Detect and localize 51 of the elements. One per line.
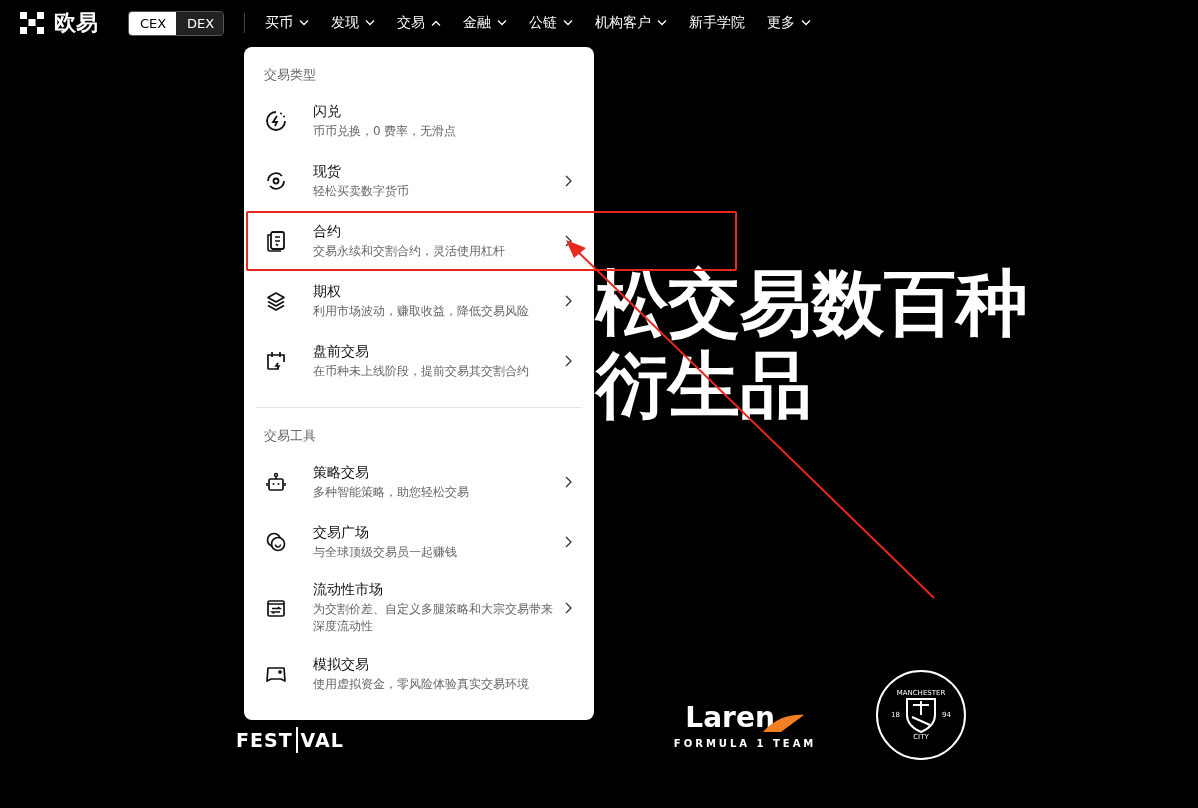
mode-tab[interactable]: CEX [129,11,176,35]
calendar-icon [265,350,287,372]
menu-item-title: 合约 [313,222,342,241]
brand-name[interactable]: 欧易 [54,8,98,38]
robot-icon [265,471,287,493]
overlapping-circles-icon [265,531,287,553]
document-icon [265,230,287,252]
menu-item[interactable]: 期权 利用市场波动，赚取收益，降低交易风险 [256,271,582,331]
nav-link[interactable]: 交易 [397,14,425,32]
nav-link[interactable]: 机构客户 [595,14,651,32]
menu-item-description: 为交割价差、自定义多腿策略和大宗交易带来深度流动性 [313,601,554,635]
lightning-icon [265,110,287,132]
section-heading: 交易类型 [263,66,317,84]
menu-item[interactable]: 策略交易 多种智能策略，助您轻松交易 [256,452,582,512]
menu-item-title: 盘前交易 [313,342,370,361]
menu-item-title: 闪兑 [313,102,342,121]
rotate-icon [265,170,287,192]
menu-item-title: 流动性市场 [313,581,384,599]
menu-item[interactable]: 交易广场 与全球顶级交易员一起赚钱 [256,512,582,572]
menu-item[interactable]: 闪兑 币币兑换，0 费率，无滑点 [256,91,582,151]
menu-item-description: 币币兑换，0 费率，无滑点 [313,122,458,140]
menu-item[interactable]: 盘前交易 在币种未上线阶段，提前交易其交割合约 [256,331,582,391]
menu-item-title: 现货 [313,162,342,181]
section-heading: 交易工具 [263,427,317,445]
menu-item-description: 交易永续和交割合约，灵活使用杠杆 [313,242,506,260]
menu-item-description: 轻松买卖数字货币 [313,182,410,200]
nav-link[interactable]: 发现 [331,14,359,32]
menu-item-title: 交易广场 [313,523,370,542]
menu-item-description: 利用市场波动，赚取收益，降低交易风险 [313,302,530,320]
nav-link[interactable]: 公链 [529,14,557,32]
menu-item[interactable]: 流动性市场 为交割价差、自定义多腿策略和大宗交易带来深度流动性 [256,572,582,644]
nav-link[interactable]: 新手学院 [689,14,745,32]
exchange-box-icon [265,597,287,619]
nav-link[interactable]: 买币 [265,14,293,32]
nav-link[interactable]: 更多 [767,14,795,32]
menu-item-title: 模拟交易 [313,655,370,674]
nav-link[interactable]: 金融 [463,14,491,32]
shield-icon [904,697,938,733]
menu-item-title: 策略交易 [313,463,370,482]
menu-item[interactable]: 现货 轻松买卖数字货币 [256,151,582,211]
menu-item-description: 多种智能策略，助您轻松交易 [313,483,470,501]
layers-icon [265,290,287,312]
team-tagline: FORMULA 1 TEAM [673,738,817,749]
festival-logo: FEST VAL [236,727,344,753]
menu-item-description: 使用虚拟资金，零风险体验真实交易环境 [313,675,530,693]
menu-item-title: 期权 [313,282,342,301]
menu-item-description: 在币种未上线阶段，提前交易其交割合约 [313,362,530,380]
menu-item-description: 与全球顶级交易员一起赚钱 [313,543,458,561]
brand-logo-icon [20,12,46,34]
menu-item[interactable]: 模拟交易 使用虚拟资金，零风险体验真实交易环境 [256,644,582,704]
mclaren-logo-text: Laren [685,701,775,734]
